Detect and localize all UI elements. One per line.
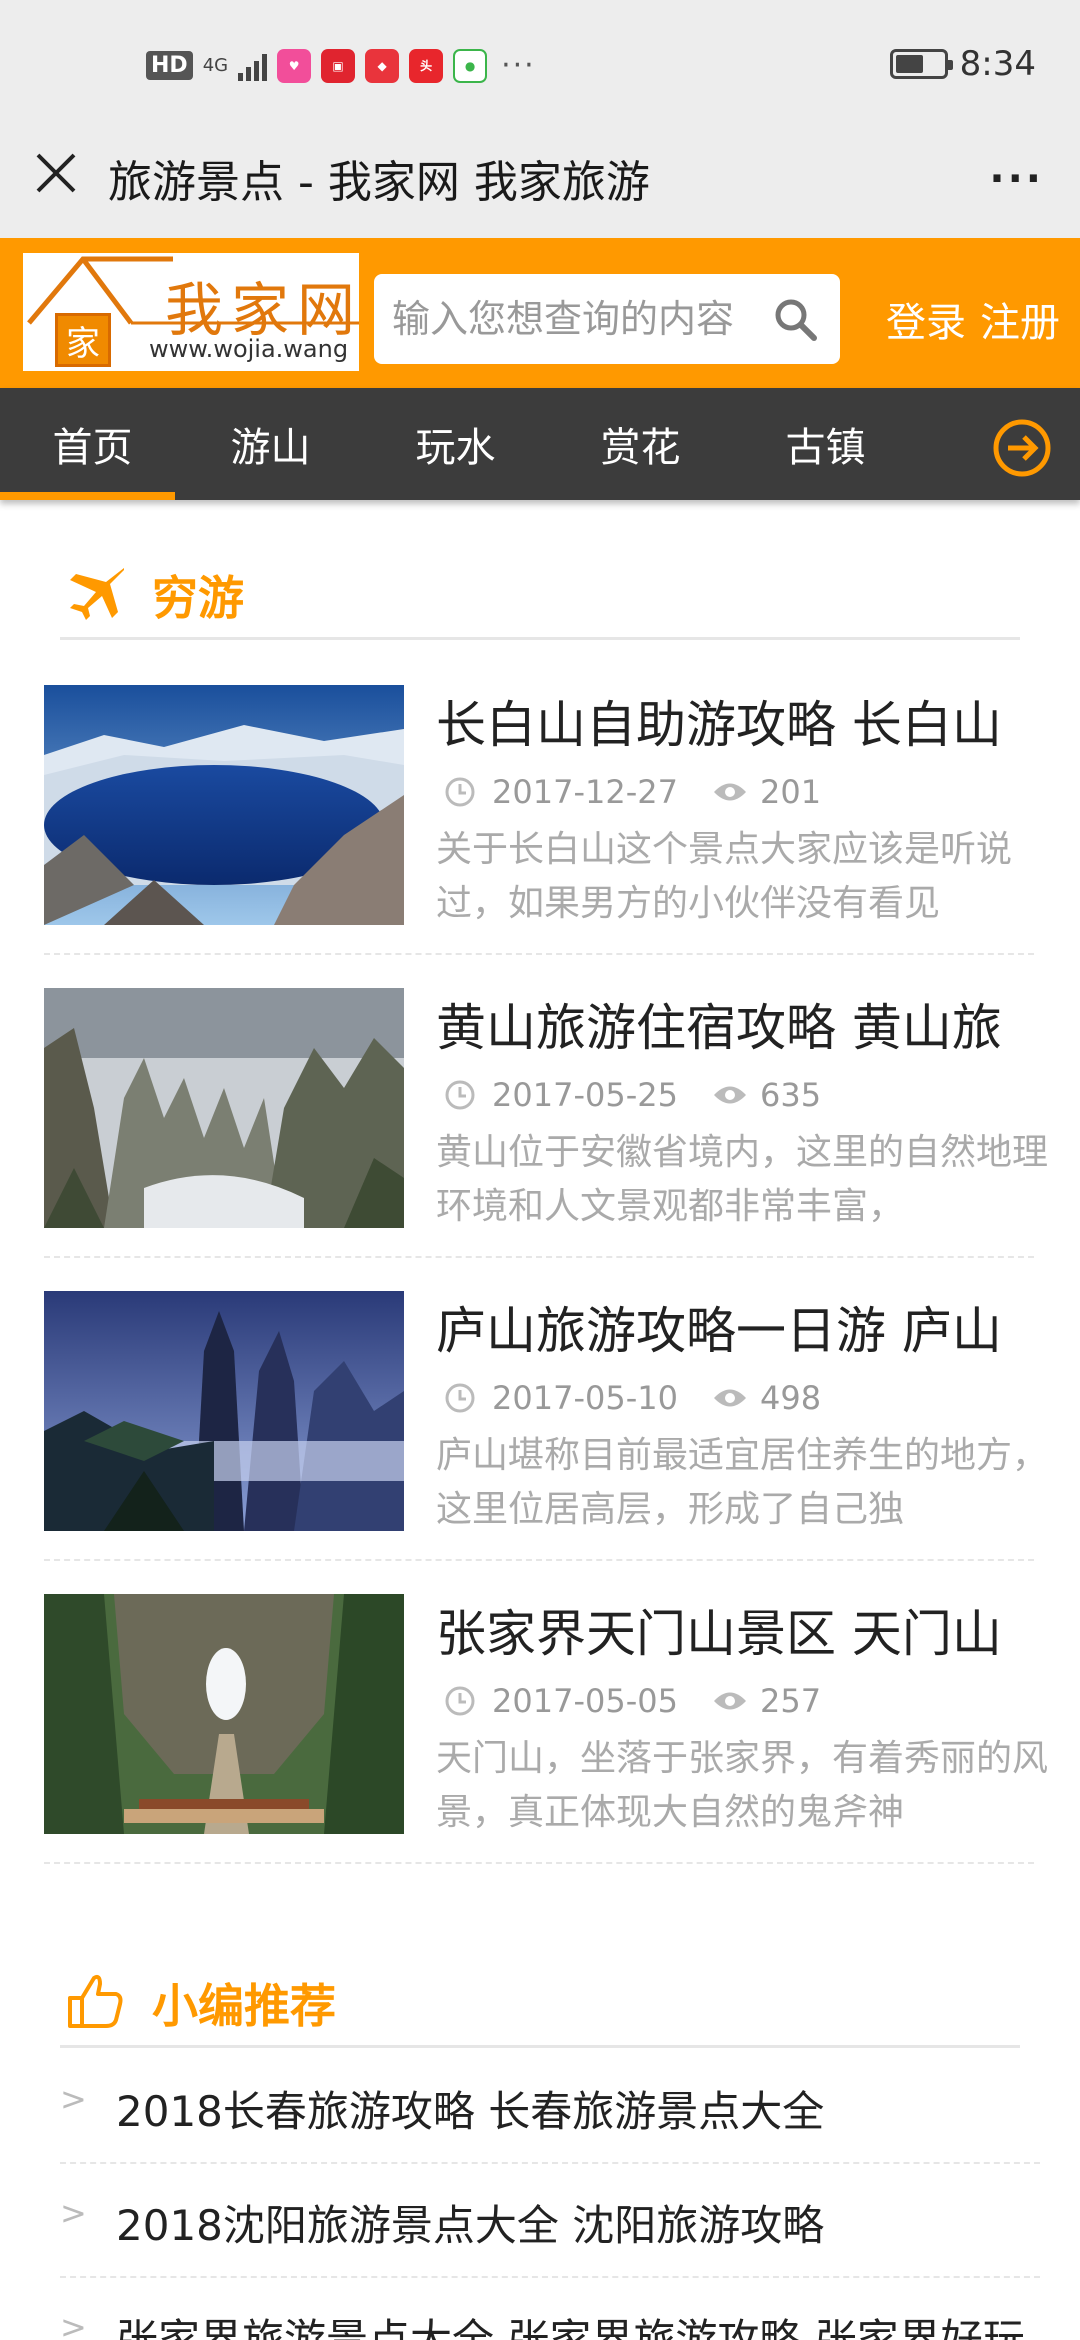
eye-icon — [713, 1692, 746, 1710]
article-summary: 天门山，坐落于张家界，有着秀丽的风景，真正体现大自然的鬼斧神 — [436, 1738, 1049, 1833]
article-title[interactable]: 黄山旅游住宿攻略 黄山旅 — [436, 988, 1036, 1060]
signal-icon — [238, 51, 268, 81]
recommendation-title[interactable]: 张家界旅游景点大全 张家界旅游攻略 张家界好玩 — [116, 2306, 1076, 2340]
login-link[interactable]: 登录 — [886, 290, 966, 348]
recommendation-item[interactable]: > 2018长春旅游攻略 长春旅游景点大全 — [60, 2052, 1040, 2164]
eye-icon — [713, 1389, 746, 1407]
nav-item-water[interactable]: 玩水 — [363, 388, 548, 500]
nav-item-ancient-town[interactable]: 古镇 — [733, 388, 918, 500]
article-date: 2017-05-25 — [492, 1076, 678, 1114]
app-notification-icon: ● — [453, 48, 488, 83]
nav-item-flowers[interactable]: 赏花 — [548, 388, 733, 500]
site-logo[interactable]: 我家网 www.wojia.wang 家 — [20, 250, 362, 374]
article-item[interactable]: 庐山旅游攻略一日游 庐山 2017-05-10 498 庐山堪称目前最适宜居住养… — [44, 1291, 1048, 1561]
section-title: 穷游 — [152, 571, 244, 625]
article-date: 2017-05-10 — [492, 1379, 678, 1417]
article-summary: 庐山堪称目前最适宜居住养生的地方，这里位居高层，形成了自己独 — [436, 1435, 1049, 1530]
recommendation-title[interactable]: 2018长春旅游攻略 长春旅游景点大全 — [116, 2078, 1076, 2139]
article-views: 201 — [759, 773, 822, 811]
status-icons: HD 4G ♥ ▣ ◆ 头 ● ··· — [146, 48, 536, 83]
article-meta: 2017-05-05 257 — [444, 1682, 821, 1720]
search-icon[interactable] — [772, 296, 818, 342]
article-title[interactable]: 庐山旅游攻略一日游 庐山 — [436, 1291, 1036, 1363]
app-notification-icon: ▣ — [321, 48, 356, 83]
logo-url: www.wojia.wang — [149, 335, 349, 363]
clock-icon — [445, 1383, 475, 1413]
hd-badge: HD — [146, 51, 193, 80]
network-type: 4G — [202, 54, 229, 76]
more-menu-icon[interactable]: ··· — [989, 156, 1044, 202]
logo-house-mark: 家 — [55, 313, 111, 367]
section-header-editor-picks: 小编推荐 — [60, 1948, 1020, 2048]
chevron-right-icon: > — [60, 2308, 87, 2340]
article-summary: 关于长白山这个景点大家应该是听说过，如果男方的小伙伴没有看见 — [436, 829, 1013, 924]
section-title: 小编推荐 — [152, 1979, 336, 2033]
article-summary: 黄山位于安徽省境内，这里的自然地理环境和人文景观都非常丰富， — [436, 1132, 1049, 1227]
nav-item-home[interactable]: 首页 — [0, 388, 185, 500]
article-item[interactable]: 张家界天门山景区 天门山 2017-05-05 257 天门山，坐落于张家界，有… — [44, 1594, 1048, 1864]
chevron-right-icon: > — [60, 2080, 87, 2118]
article-views: 635 — [759, 1076, 822, 1114]
more-notifications-icon: ··· — [501, 48, 536, 83]
article-title[interactable]: 长白山自助游攻略 长白山 — [436, 685, 1036, 757]
close-icon[interactable] — [32, 149, 80, 197]
eye-icon — [713, 1086, 746, 1104]
clock-icon — [445, 777, 475, 807]
app-notification-icon: 头 — [409, 48, 444, 83]
section-header-budget-travel: 穷游 — [60, 540, 1020, 640]
clock: 8:34 — [959, 44, 1036, 84]
clock-icon — [445, 1080, 475, 1110]
auth-links: 登录 注册 — [886, 290, 1060, 348]
chevron-right-icon: > — [60, 2194, 87, 2232]
article-meta: 2017-12-27 201 — [444, 773, 821, 811]
eye-icon — [713, 783, 746, 801]
status-bar: HD 4G ♥ ▣ ◆ 头 ● ··· 8:34 — [0, 0, 1080, 128]
article-meta: 2017-05-10 498 — [444, 1379, 821, 1417]
airplane-icon — [70, 568, 124, 620]
article-thumbnail — [44, 1291, 404, 1531]
article-date: 2017-05-05 — [492, 1682, 678, 1720]
arrow-right-circle-icon[interactable] — [992, 418, 1052, 478]
article-item[interactable]: 黄山旅游住宿攻略 黄山旅 2017-05-25 635 黄山位于安徽省境内，这里… — [44, 988, 1048, 1258]
article-thumbnail — [44, 685, 404, 925]
recommendation-item[interactable]: > 张家界旅游景点大全 张家界旅游攻略 张家界好玩 — [60, 2280, 1040, 2340]
status-right: 8:34 — [889, 44, 1036, 84]
article-title[interactable]: 张家界天门山景区 天门山 — [436, 1594, 1036, 1666]
search-box — [374, 274, 840, 364]
app-notification-icon: ◆ — [365, 48, 400, 83]
app-notification-icon: ♥ — [277, 48, 312, 83]
page-title: 旅游景点 - 我家网 我家旅游 — [108, 157, 650, 208]
article-views: 257 — [759, 1682, 822, 1720]
article-date: 2017-12-27 — [492, 773, 678, 811]
recommendation-item[interactable]: > 2018沈阳旅游景点大全 沈阳旅游攻略 — [60, 2166, 1040, 2278]
thumbs-up-icon — [68, 1974, 123, 2028]
clock-icon — [445, 1686, 475, 1716]
register-link[interactable]: 注册 — [980, 290, 1060, 348]
recommendation-title[interactable]: 2018沈阳旅游景点大全 沈阳旅游攻略 — [116, 2192, 1076, 2253]
article-item[interactable]: 长白山自助游攻略 长白山 2017-12-27 201 关于长白山这个景点大家应… — [44, 685, 1034, 955]
nav-item-mountain[interactable]: 游山 — [178, 388, 363, 500]
battery-icon — [889, 49, 953, 79]
category-nav: 首页 游山 玩水 赏花 古镇 — [0, 388, 1080, 500]
article-thumbnail — [44, 1594, 404, 1834]
browser-title-bar: 旅游景点 - 我家网 我家旅游 ··· — [0, 128, 1080, 238]
search-input[interactable] — [392, 274, 762, 364]
site-header: 我家网 www.wojia.wang 家 登录 注册 — [0, 238, 1080, 388]
article-views: 498 — [759, 1379, 822, 1417]
article-meta: 2017-05-25 635 — [444, 1076, 821, 1114]
article-thumbnail — [44, 988, 404, 1228]
